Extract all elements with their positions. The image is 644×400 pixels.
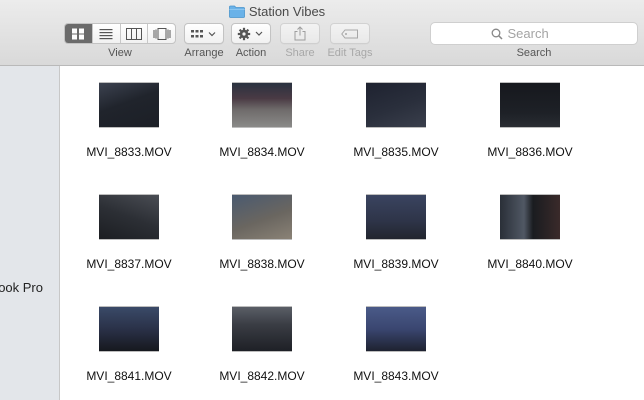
file-name: MVI_8836.MOV [487, 145, 573, 159]
share-button[interactable] [280, 23, 320, 44]
file-item[interactable]: MVI_8841.MOV [69, 290, 189, 390]
search-icon [491, 28, 503, 40]
file-item[interactable]: MVI_8842.MOV [202, 290, 322, 390]
video-thumbnail [99, 82, 159, 128]
file-item[interactable]: MVI_8838.MOV [202, 178, 322, 278]
file-item[interactable]: MVI_8833.MOV [69, 66, 189, 166]
file-item[interactable]: MVI_8834.MOV [202, 66, 322, 166]
file-item[interactable]: MVI_8835.MOV [336, 66, 456, 166]
search-label: Search [516, 47, 552, 59]
folder-icon [228, 5, 245, 18]
grid-icon [72, 28, 85, 39]
video-thumbnail [99, 306, 159, 352]
file-grid: MVI_8833.MOV MVI_8834.MOV MVI_8835.MOV M… [61, 66, 644, 400]
column-view-button[interactable] [121, 24, 149, 43]
search-field[interactable] [430, 22, 638, 45]
file-name: MVI_8837.MOV [86, 257, 172, 271]
file-name: MVI_8840.MOV [487, 257, 573, 271]
video-thumbnail [366, 82, 426, 128]
file-name: MVI_8843.MOV [353, 369, 439, 383]
list-icon [99, 28, 113, 39]
file-item[interactable]: MVI_8840.MOV [470, 178, 590, 278]
window-title-text: Station Vibes [248, 3, 326, 19]
file-name: MVI_8842.MOV [219, 369, 305, 383]
video-thumbnail [232, 82, 292, 128]
search-input[interactable] [507, 26, 578, 41]
file-item[interactable]: MVI_8836.MOV [470, 66, 590, 166]
file-name: MVI_8834.MOV [219, 145, 305, 159]
file-name: MVI_8838.MOV [219, 257, 305, 271]
arrange-button[interactable] [184, 23, 224, 44]
file-name: MVI_8839.MOV [353, 257, 439, 271]
edit-tags-label: Edit Tags [327, 47, 373, 59]
file-item[interactable]: MVI_8837.MOV [69, 178, 189, 278]
file-name: MVI_8835.MOV [353, 145, 439, 159]
video-thumbnail [232, 194, 292, 240]
window-title: Station Vibes [0, 2, 644, 20]
video-thumbnail [366, 194, 426, 240]
sidebar: ook Pro [0, 66, 60, 400]
tag-icon [341, 29, 358, 38]
share-icon [294, 26, 306, 41]
video-thumbnail [99, 194, 159, 240]
action-button[interactable] [231, 23, 271, 44]
file-item[interactable]: MVI_8839.MOV [336, 178, 456, 278]
arrange-grid-icon [191, 29, 216, 37]
toolbar: Station Vibes View Arrange Action Share … [0, 0, 644, 66]
columns-icon [125, 27, 142, 40]
file-item[interactable]: MVI_8843.MOV [336, 290, 456, 390]
video-thumbnail [500, 194, 560, 240]
file-name: MVI_8841.MOV [86, 369, 172, 383]
list-view-button[interactable] [93, 24, 121, 43]
share-label: Share [285, 47, 315, 59]
arrange-label: Arrange [184, 47, 224, 59]
video-thumbnail [232, 306, 292, 352]
sidebar-item-device[interactable]: ook Pro [0, 280, 43, 295]
view-mode-control [64, 23, 176, 44]
view-label: View [108, 47, 132, 59]
file-name: MVI_8833.MOV [86, 145, 172, 159]
edit-tags-button[interactable] [330, 23, 370, 44]
cover-flow-view-button[interactable] [148, 24, 175, 43]
cover-flow-icon [153, 27, 171, 40]
video-thumbnail [500, 82, 560, 128]
gear-icon [237, 27, 263, 40]
video-thumbnail [366, 306, 426, 352]
action-label: Action [235, 47, 267, 59]
icon-view-button[interactable] [65, 24, 93, 43]
